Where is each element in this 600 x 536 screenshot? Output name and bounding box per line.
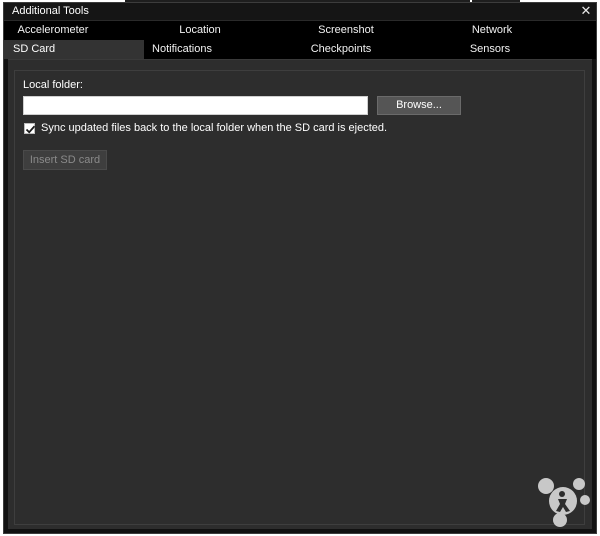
local-folder-label: Local folder:	[23, 79, 83, 91]
tab-accelerometer[interactable]: Accelerometer	[4, 21, 102, 40]
sync-checkbox[interactable]	[24, 123, 36, 134]
tab-content-area: Local folder: Browse... Sync updated fil…	[8, 59, 592, 529]
title-bar[interactable]: Additional Tools ✕	[4, 3, 596, 21]
local-folder-input[interactable]	[23, 96, 368, 115]
tab-network[interactable]: Network	[441, 21, 543, 40]
tools-logo-icon	[538, 478, 590, 527]
tab-notifications[interactable]: Notifications	[149, 40, 215, 59]
tab-location[interactable]: Location	[149, 21, 251, 40]
insert-sd-card-button: Insert SD card	[23, 150, 107, 170]
tab-checkpoints[interactable]: Checkpoints	[294, 40, 388, 59]
browse-button[interactable]: Browse...	[377, 96, 461, 115]
tab-sd-card[interactable]: SD Card	[4, 40, 144, 59]
tab-sensors[interactable]: Sensors	[441, 40, 539, 59]
sd-card-panel: Local folder: Browse... Sync updated fil…	[14, 70, 585, 525]
tab-row-1: Accelerometer Location Screenshot Networ…	[4, 21, 596, 40]
close-icon[interactable]: ✕	[579, 3, 593, 19]
tab-row-2: SD Card Notifications Checkpoints Sensor…	[4, 40, 596, 59]
window-title: Additional Tools	[12, 5, 89, 17]
additional-tools-window: Additional Tools ✕ Accelerometer Locatio…	[3, 2, 597, 534]
checkmark-icon	[25, 125, 36, 134]
sync-checkbox-label: Sync updated files back to the local fol…	[41, 122, 388, 134]
tab-screenshot[interactable]: Screenshot	[294, 21, 398, 40]
